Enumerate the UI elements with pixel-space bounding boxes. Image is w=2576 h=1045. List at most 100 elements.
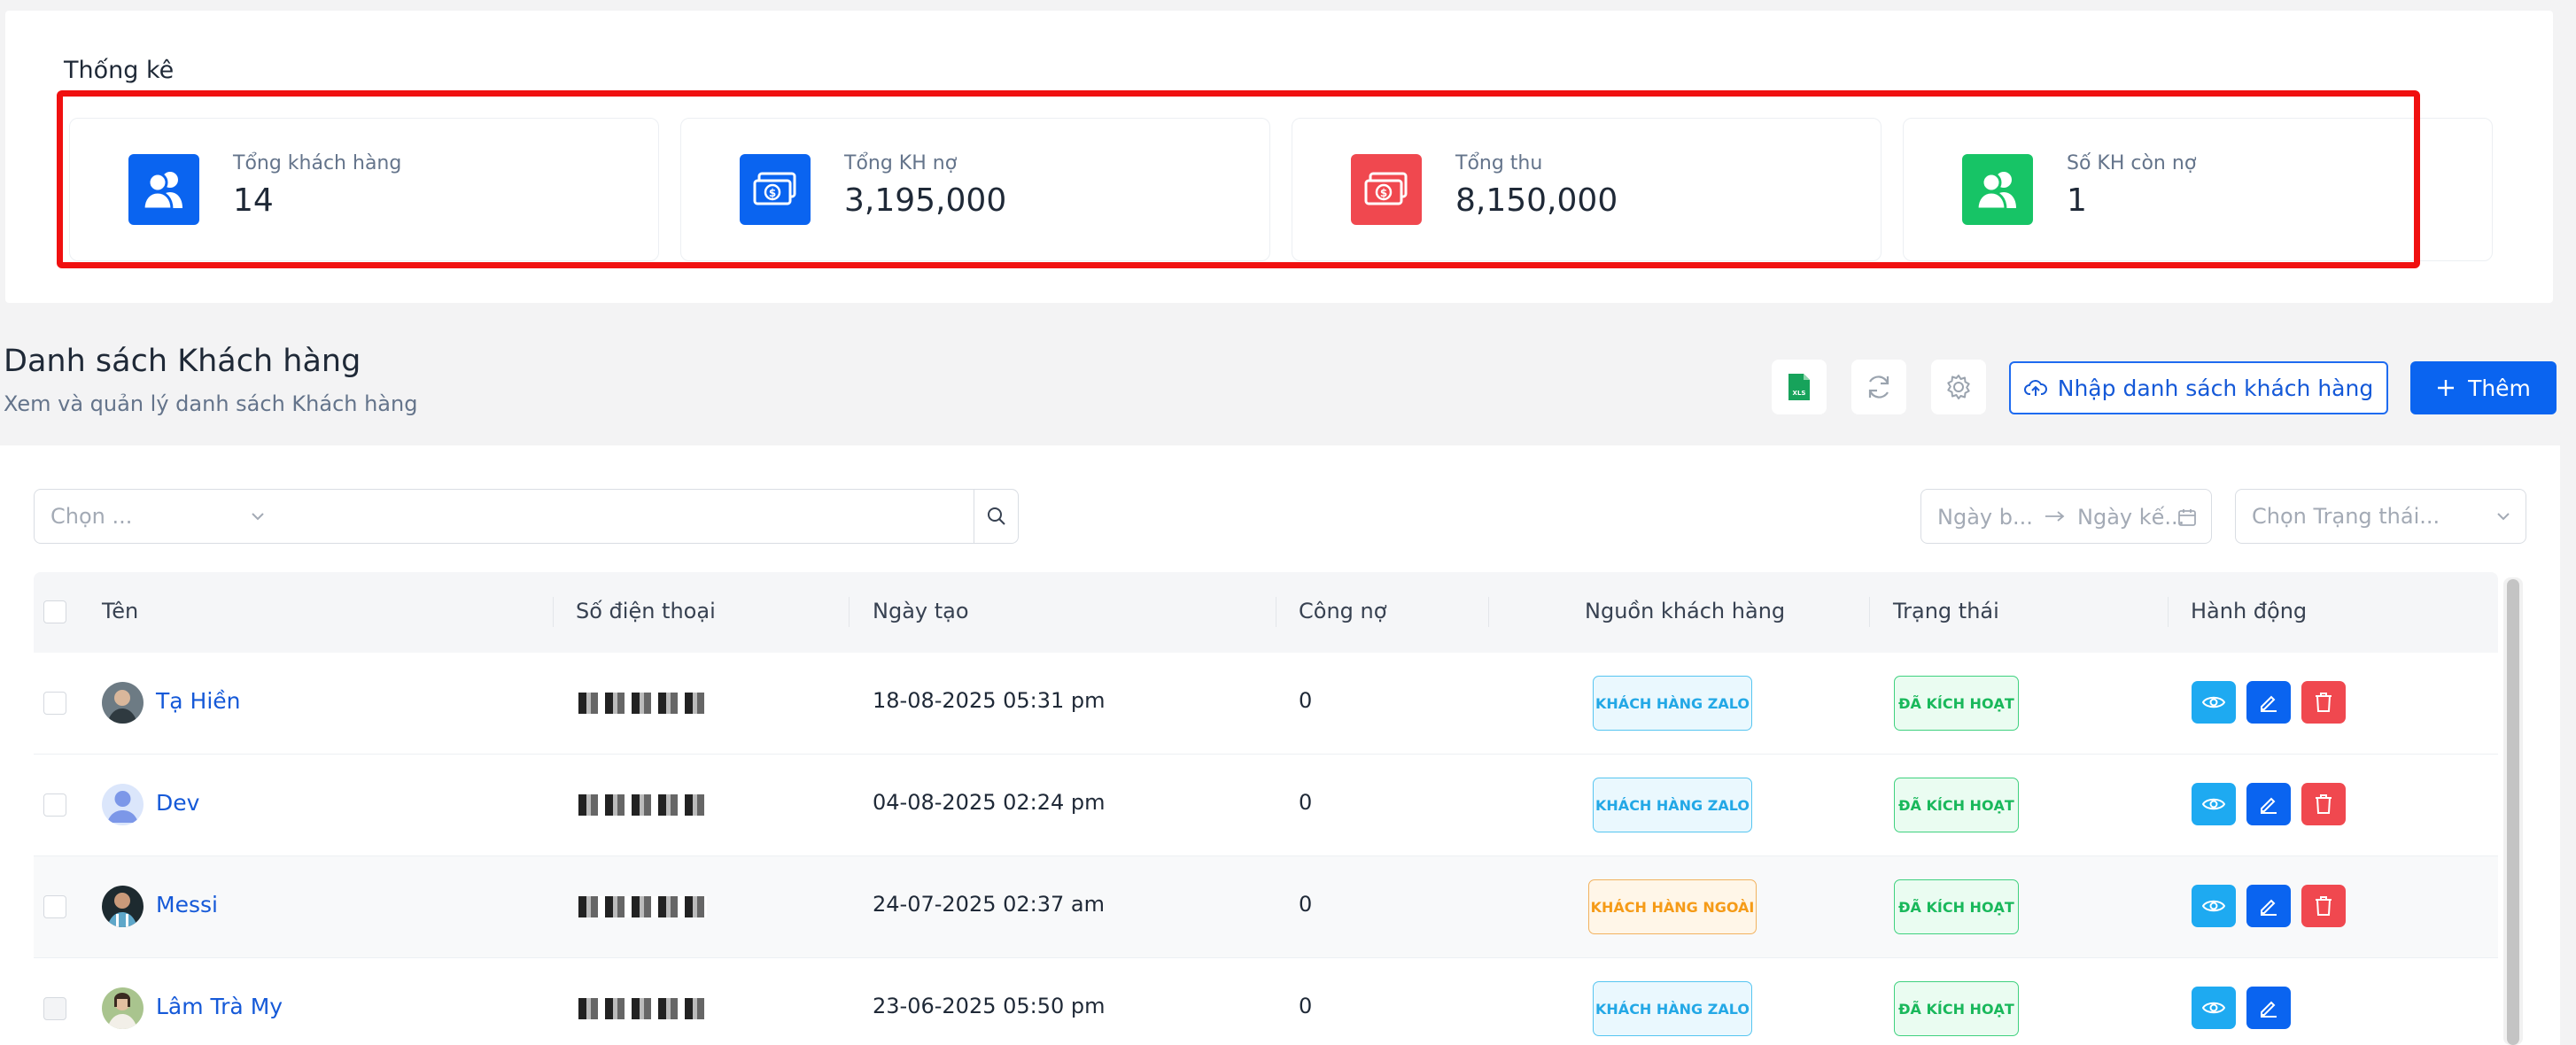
phone-redacted xyxy=(578,794,707,816)
import-customers-button[interactable]: Nhập danh sách khách hàng xyxy=(2009,361,2388,414)
column-header-debt[interactable]: Công nợ xyxy=(1299,599,1386,623)
customer-name-link[interactable]: Tạ Hiền xyxy=(156,688,241,714)
phone-redacted xyxy=(578,896,707,917)
edit-button[interactable] xyxy=(2246,987,2291,1029)
users-icon xyxy=(128,154,199,225)
delete-button[interactable] xyxy=(2301,783,2346,825)
created-date: 18-08-2025 05:31 pm xyxy=(873,688,1106,713)
status-badge: ĐÃ KÍCH HOẠT xyxy=(1894,676,2019,731)
eye-icon xyxy=(2202,696,2225,708)
refresh-button[interactable] xyxy=(1851,360,1906,414)
edit-button[interactable] xyxy=(2246,681,2291,724)
cloud-upload-icon xyxy=(2023,380,2047,396)
money-icon: $ xyxy=(740,154,811,225)
column-header-status[interactable]: Trạng thái xyxy=(1893,599,1999,623)
stat-label: Tổng thu xyxy=(1455,152,1543,174)
gear-icon xyxy=(1947,375,1970,399)
stat-value: 3,195,000 xyxy=(844,182,1007,219)
chevron-down-icon xyxy=(2497,513,2510,521)
money-icon: $ xyxy=(1351,154,1422,225)
status-badge: ĐÃ KÍCH HOẠT xyxy=(1894,879,2019,934)
column-divider xyxy=(849,597,850,627)
column-header-phone[interactable]: Số điện thoại xyxy=(576,599,716,623)
search-input[interactable] xyxy=(280,489,974,544)
column-header-actions[interactable]: Hành động xyxy=(2191,599,2307,623)
edit-icon xyxy=(2261,899,2277,916)
debt-value: 0 xyxy=(1299,688,1313,713)
delete-button[interactable] xyxy=(2301,885,2346,927)
table-scrollbar[interactable] xyxy=(2503,577,2523,1045)
svg-text:$: $ xyxy=(769,187,776,199)
edit-icon xyxy=(2261,1001,2277,1018)
eye-icon xyxy=(2202,1002,2225,1014)
chevron-down-icon xyxy=(252,513,264,521)
stats-title: Thống kê xyxy=(64,57,175,84)
created-date: 23-06-2025 05:50 pm xyxy=(873,994,1106,1018)
phone-redacted xyxy=(578,998,707,1019)
export-excel-button[interactable]: XLS xyxy=(1772,360,1827,414)
row-checkbox[interactable] xyxy=(43,692,66,715)
stat-label: Tổng KH nợ xyxy=(844,152,958,174)
created-date: 04-08-2025 02:24 pm xyxy=(873,790,1106,815)
select-all-checkbox[interactable] xyxy=(43,600,66,623)
stat-value: 14 xyxy=(233,182,274,219)
stat-label: Số KH còn nợ xyxy=(2067,152,2197,174)
avatar xyxy=(102,886,144,927)
debt-value: 0 xyxy=(1299,892,1313,917)
calendar-icon xyxy=(2178,509,2196,526)
table-row: Messi 24-07-2025 02:37 am 0 KHÁCH HÀNG N… xyxy=(34,856,2498,958)
eye-icon xyxy=(2202,900,2225,912)
settings-button[interactable] xyxy=(1931,360,1986,414)
column-divider xyxy=(2168,597,2169,627)
edit-button[interactable] xyxy=(2246,885,2291,927)
stat-card-total-customers: Tổng khách hàng 14 xyxy=(69,118,659,261)
status-badge: ĐÃ KÍCH HOẠT xyxy=(1894,981,2019,1036)
status-filter[interactable]: Chọn Trạng thái... xyxy=(2235,489,2526,544)
edit-button[interactable] xyxy=(2246,783,2291,825)
debt-value: 0 xyxy=(1299,994,1313,1018)
source-badge: KHÁCH HÀNG NGOÀI xyxy=(1588,879,1757,934)
view-button[interactable] xyxy=(2192,885,2236,927)
scrollbar-thumb[interactable] xyxy=(2507,579,2519,1045)
debt-value: 0 xyxy=(1299,790,1313,815)
customer-name-link[interactable]: Messi xyxy=(156,892,218,917)
plus-icon xyxy=(2438,380,2455,396)
column-header-source[interactable]: Nguồn khách hàng xyxy=(1585,599,1785,623)
view-button[interactable] xyxy=(2192,681,2236,724)
created-date: 24-07-2025 02:37 am xyxy=(873,892,1105,917)
source-badge: KHÁCH HÀNG ZALO xyxy=(1593,981,1752,1036)
view-button[interactable] xyxy=(2192,987,2236,1029)
row-checkbox[interactable] xyxy=(43,895,66,918)
customer-name-link[interactable]: Dev xyxy=(156,790,199,816)
excel-file-icon: XLS xyxy=(1788,374,1810,400)
row-checkbox[interactable] xyxy=(43,997,66,1020)
arrow-right-icon xyxy=(2045,511,2065,522)
filter-select-placeholder: Chọn ... xyxy=(50,504,133,529)
row-checkbox[interactable] xyxy=(43,793,66,817)
table-row: Tạ Hiền 18-08-2025 05:31 pm 0 KHÁCH HÀNG… xyxy=(34,653,2498,755)
column-header-name[interactable]: Tên xyxy=(102,599,138,623)
trash-icon xyxy=(2316,794,2332,814)
filter-select[interactable]: Chọn ... xyxy=(34,489,281,544)
delete-button[interactable] xyxy=(2301,681,2346,724)
search-button[interactable] xyxy=(974,489,1019,544)
phone-redacted xyxy=(578,693,707,714)
import-label: Nhập danh sách khách hàng xyxy=(2057,375,2374,401)
column-divider xyxy=(1488,597,1489,627)
edit-icon xyxy=(2261,797,2277,814)
view-button[interactable] xyxy=(2192,783,2236,825)
column-header-created[interactable]: Ngày tạo xyxy=(873,599,969,623)
refresh-icon xyxy=(1868,375,1889,399)
users-icon xyxy=(1962,154,2033,225)
avatar xyxy=(102,682,144,724)
stat-value: 8,150,000 xyxy=(1455,182,1618,219)
stat-card-total-debt: $ Tổng KH nợ 3,195,000 xyxy=(680,118,1270,261)
date-range-picker[interactable]: Ngày b... Ngày kế... xyxy=(1920,489,2212,544)
customer-name-link[interactable]: Lâm Trà My xyxy=(156,994,283,1019)
page-title: Danh sách Khách hàng xyxy=(4,344,361,379)
table-header: Tên Số điện thoại Ngày tạo Công nợ Nguồn… xyxy=(34,572,2498,653)
source-badge: KHÁCH HÀNG ZALO xyxy=(1593,676,1752,731)
stat-card-remaining-debtors: Số KH còn nợ 1 xyxy=(1903,118,2493,261)
page-subtitle: Xem và quản lý danh sách Khách hàng xyxy=(4,391,418,416)
add-customer-button[interactable]: Thêm xyxy=(2410,361,2557,414)
